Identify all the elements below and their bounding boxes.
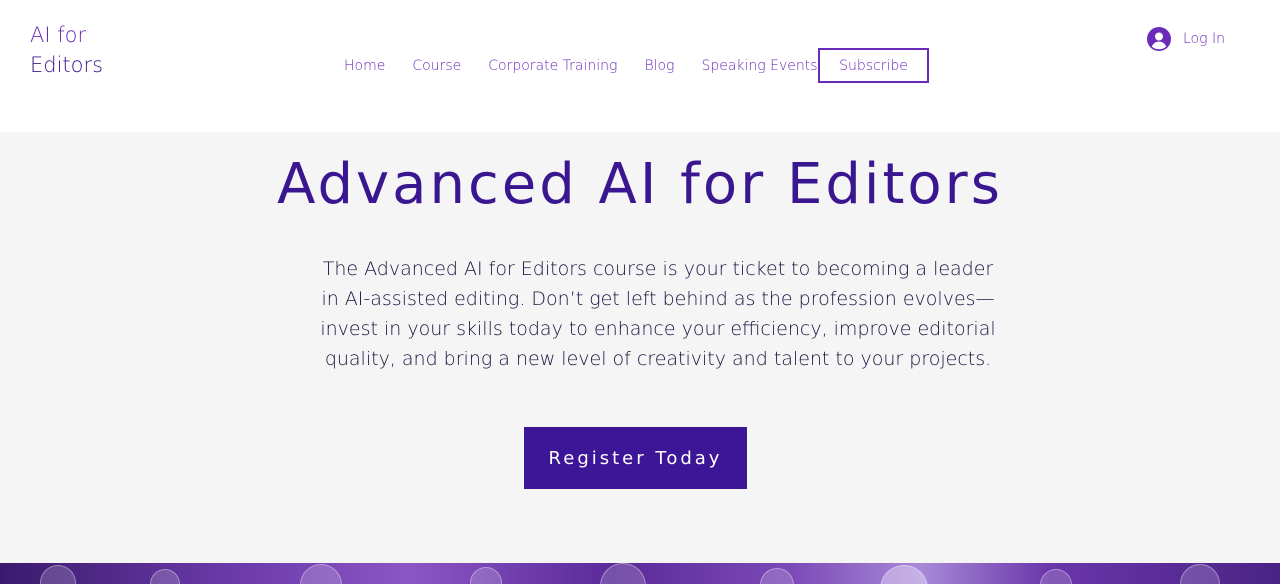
nav-blog[interactable]: Blog xyxy=(644,58,674,74)
nav-home[interactable]: Home xyxy=(344,58,385,74)
hero-description: The Advanced AI for Editors course is yo… xyxy=(320,258,996,370)
register-today-button[interactable]: Register Today xyxy=(524,427,747,489)
hero-background-image xyxy=(0,563,1280,584)
bokeh-decoration xyxy=(1180,564,1220,584)
site-header: AI for Editors Home Course Corporate Tra… xyxy=(0,0,1280,132)
bokeh-decoration xyxy=(40,565,76,584)
bokeh-decoration xyxy=(300,564,342,584)
hero-title: Advanced AI for Editors xyxy=(277,152,1003,217)
logo-line-2: Editors xyxy=(30,53,104,77)
bokeh-decoration xyxy=(880,565,928,584)
bokeh-decoration xyxy=(470,567,502,584)
hero-section: Advanced AI for Editors The Advanced AI … xyxy=(0,132,1280,563)
logo-line-1: AI for xyxy=(30,23,87,47)
bokeh-decoration xyxy=(150,569,180,584)
subscribe-button[interactable]: Subscribe xyxy=(818,48,929,83)
login-button[interactable]: Log In xyxy=(1147,27,1225,51)
login-label: Log In xyxy=(1183,31,1225,47)
nav-course[interactable]: Course xyxy=(412,58,461,74)
main-nav: Home Course Corporate Training Blog Spea… xyxy=(344,55,845,77)
nav-speaking-events[interactable]: Speaking Events xyxy=(701,58,817,74)
bokeh-decoration xyxy=(600,563,646,584)
bokeh-decoration xyxy=(1040,569,1072,584)
user-avatar-icon xyxy=(1147,27,1171,51)
nav-corporate-training[interactable]: Corporate Training xyxy=(488,58,617,74)
site-logo[interactable]: AI for Editors xyxy=(30,20,103,80)
bokeh-decoration xyxy=(760,568,794,584)
